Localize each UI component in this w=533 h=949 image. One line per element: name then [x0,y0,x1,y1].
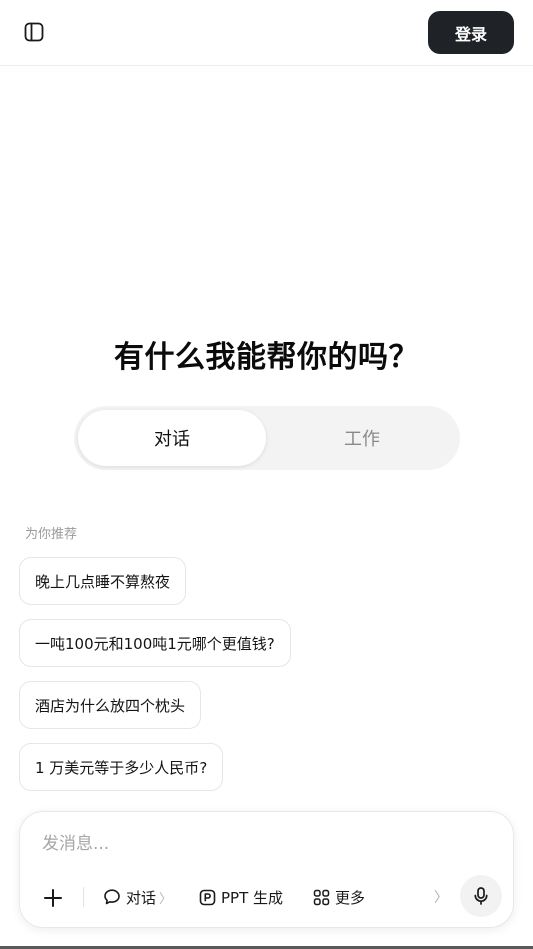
tool-ppt-label: PPT 生成 [221,888,284,907]
suggestion-list: 晚上几点睡不算熬夜 一吨100元和100吨1元哪个更值钱? 酒店为什么放四个枕头… [19,557,291,805]
scroll-right-chevron-icon[interactable]: 〉 [434,887,448,907]
grid-icon [313,889,330,906]
toolbar-divider [83,887,84,907]
suggestion-chip[interactable]: 一吨100元和100吨1元哪个更值钱? [19,619,291,667]
microphone-icon[interactable] [460,875,502,917]
recommendations-label: 为你推荐 [25,527,78,542]
chat-bubble-icon [103,888,121,906]
tool-chat-button[interactable]: 对话 〉 [103,883,172,911]
tool-more-label: 更多 [335,888,366,907]
tab-chat[interactable]: 对话 [78,410,266,466]
mode-switch: 对话 工作 [74,406,460,470]
message-input[interactable] [42,830,482,858]
ppt-icon [199,889,216,906]
tool-chat-label: 对话 [126,888,157,907]
plus-icon[interactable] [40,885,66,911]
tab-work[interactable]: 工作 [268,410,456,466]
chevron-right-icon: 〉 [159,891,173,907]
top-bar: 登录 [0,0,533,66]
login-button[interactable]: 登录 [428,11,514,54]
tool-ppt-button[interactable]: PPT 生成 [199,883,283,911]
suggestion-chip[interactable]: 1 万美元等于多少人民币? [19,743,224,791]
suggestion-chip[interactable]: 酒店为什么放四个枕头 [19,681,202,729]
tool-more-button[interactable]: 更多 [313,883,365,911]
page-title: 有什么我能帮你的吗？ [114,340,419,375]
suggestion-chip[interactable]: 晚上几点睡不算熬夜 [19,557,187,605]
sidebar-toggle-icon[interactable] [22,20,46,44]
message-composer: 对话 〉 PPT 生成 更多 〉 [19,811,514,928]
